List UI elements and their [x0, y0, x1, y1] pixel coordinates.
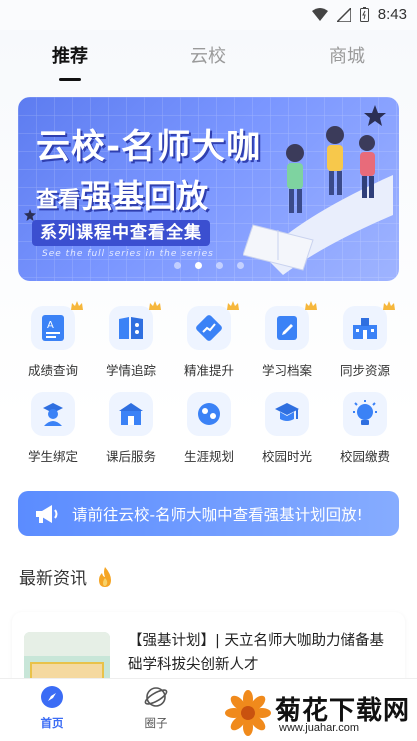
fire-icon	[99, 566, 111, 587]
tab-recommend[interactable]: 推荐	[52, 42, 88, 68]
nav-circle[interactable]: 圈子	[126, 685, 186, 731]
grid-item-study-archive[interactable]: 学习档案	[248, 301, 326, 379]
grid-item-after-class[interactable]: 课后服务	[92, 392, 170, 465]
planet-icon	[144, 687, 168, 707]
campus-time-icon	[275, 403, 299, 421]
tab-cloud-school[interactable]: 云校	[190, 42, 226, 68]
pagination-dot[interactable]	[173, 262, 181, 269]
crown-icon	[71, 301, 83, 310]
star-icon	[24, 209, 36, 221]
nav-home[interactable]: 首页	[22, 685, 82, 731]
grid-item-label: 学生绑定	[27, 449, 78, 464]
section-title-text: 最新资讯	[19, 569, 87, 589]
grid-item-label: 校园缴费	[339, 449, 390, 464]
grid-item-label: 成绩查询	[27, 363, 78, 378]
grid-item-campus-time[interactable]: 校园时光	[248, 392, 326, 465]
student-bind-icon	[43, 403, 63, 426]
top-tabs: 推荐 云校 商城	[0, 42, 417, 90]
pagination-dot[interactable]	[215, 262, 223, 269]
promo-banner[interactable]: 云校-名师大咖 查看强基回放 系列课程中查看全集 See the full se…	[18, 97, 399, 281]
banner-title-line2: 查看强基回放	[36, 177, 209, 215]
pagination-dot-active[interactable]	[194, 262, 202, 269]
megaphone-icon	[36, 504, 58, 523]
notice-bar[interactable]: 请前往云校-名师大咖中查看强基计划回放!	[18, 491, 399, 536]
grid-item-student-bind[interactable]: 学生绑定	[14, 392, 92, 465]
learning-track-icon	[119, 317, 143, 339]
banner-title: 云校-名师大咖	[36, 127, 262, 167]
banner-pagination	[18, 262, 399, 269]
compass-icon	[41, 686, 63, 708]
battery-icon	[359, 7, 369, 22]
status-bar: 8:43	[0, 0, 417, 30]
grid-item-sync-resource[interactable]: 同步资源	[326, 301, 404, 379]
tab-active-indicator	[59, 78, 81, 81]
signal-icon	[336, 7, 351, 22]
grid-item-label: 生涯规划	[183, 449, 234, 464]
career-plan-icon	[198, 403, 220, 425]
grid-item-label: 课后服务	[105, 449, 156, 464]
watermark: 菊花下载网 www.juahar.com	[223, 688, 411, 738]
grid-item-label: 精准提升	[183, 363, 234, 378]
students-illustration	[243, 105, 393, 275]
nav-circle-label: 圈子	[144, 716, 168, 730]
wifi-icon	[311, 7, 328, 21]
sync-resource-icon	[353, 318, 377, 339]
study-archive-icon	[277, 316, 297, 340]
grid-item-learning-track[interactable]: 学情追踪	[92, 301, 170, 379]
chrysanthemum-logo	[225, 690, 271, 736]
grid-item-precise-improve[interactable]: 精准提升	[170, 301, 248, 379]
watermark-url: www.juahar.com	[279, 722, 360, 734]
banner-pill: 系列课程中查看全集	[32, 220, 210, 246]
crown-icon	[305, 301, 317, 310]
crown-icon	[149, 301, 161, 310]
pagination-dot[interactable]	[236, 262, 244, 269]
banner-subtitle: See the full series in the series	[42, 249, 214, 259]
notice-text: 请前往云校-名师大咖中查看强基计划回放!	[72, 505, 363, 524]
grid-item-campus-pay[interactable]: 校园缴费	[326, 392, 404, 465]
tab-mall[interactable]: 商城	[329, 42, 365, 68]
status-time: 8:43	[377, 6, 407, 23]
svg-text:A: A	[47, 320, 54, 331]
score-report-icon: A	[42, 315, 64, 341]
grid-item-career-plan[interactable]: 生涯规划	[170, 392, 248, 465]
grid-item-score-query[interactable]: A 成绩查询	[14, 301, 92, 379]
grid-item-label: 学情追踪	[105, 363, 156, 378]
crown-icon	[227, 301, 239, 310]
nav-home-label: 首页	[40, 716, 64, 730]
campus-pay-icon	[353, 400, 377, 425]
after-class-icon	[119, 403, 143, 425]
crown-icon	[383, 301, 395, 310]
news-title: 【强基计划】| 天立名师大咖助力储备基础学科拔尖创新人才	[128, 633, 384, 673]
grid-item-label: 学习档案	[261, 363, 312, 378]
grid-item-label: 校园时光	[261, 449, 312, 464]
section-title: 最新资讯	[19, 564, 113, 589]
grid-item-label: 同步资源	[339, 363, 390, 378]
precise-improve-icon	[196, 315, 222, 341]
